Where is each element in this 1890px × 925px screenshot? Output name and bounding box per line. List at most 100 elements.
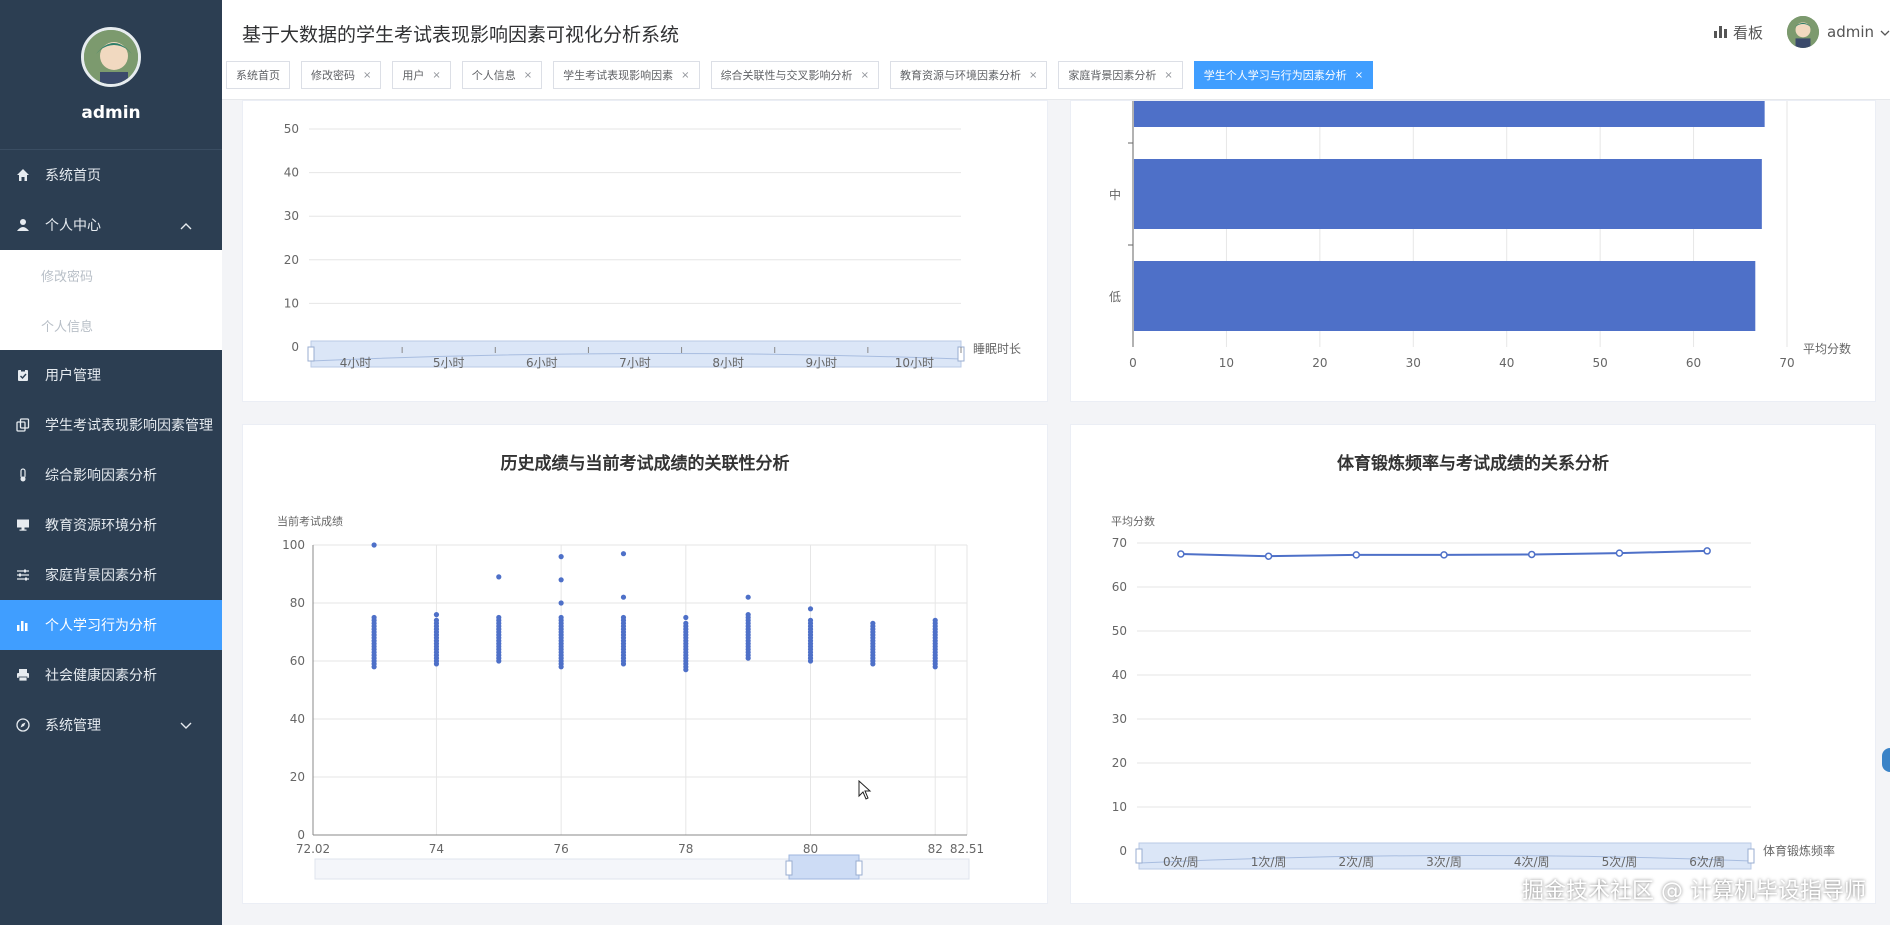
line-point: [1615, 549, 1624, 557]
y-tick-label: 80: [290, 596, 305, 610]
sidebar-item-label: 个人中心: [45, 218, 101, 234]
x-tick-label: 5次/周: [1602, 855, 1638, 869]
sidebar-item-family-background[interactable]: 家庭背景因素分析: [0, 550, 222, 600]
user-icon: [14, 216, 32, 234]
tab-learning-behavior[interactable]: 学生个人学习与行为因素分析 ×: [1193, 61, 1374, 89]
x-tick-label: 60: [1686, 356, 1701, 370]
x-tick-label: 7小时: [619, 356, 651, 370]
x-tick-label: 20: [1312, 356, 1327, 370]
x-tick-label: 6小时: [526, 356, 558, 370]
sidebar-item-comprehensive-analysis[interactable]: 综合影响因素分析: [0, 450, 222, 500]
y-axis-label: 当前考试成绩: [277, 514, 343, 528]
scatter-point: [558, 600, 564, 606]
x-tick-label: 1次/周: [1251, 855, 1287, 869]
tab-factors[interactable]: 学生考试表现影响因素 ×: [553, 61, 700, 89]
close-icon[interactable]: ×: [432, 70, 440, 81]
tab-change-password[interactable]: 修改密码 ×: [301, 61, 382, 89]
y-tick-label: 60: [1112, 580, 1127, 594]
bar: [1134, 159, 1762, 229]
line-point: [1703, 547, 1711, 555]
sidebar-item-social-health[interactable]: 社会健康因素分析: [0, 650, 222, 700]
sidebar-item-home[interactable]: 系统首页: [0, 150, 222, 200]
scatter-point: [371, 614, 377, 621]
close-icon[interactable]: ×: [861, 70, 869, 81]
y-tick-label: 20: [290, 770, 305, 784]
y-tick-label: 20: [1112, 756, 1127, 770]
chevron-down-icon[interactable]: [1880, 23, 1890, 41]
close-icon[interactable]: ×: [1029, 70, 1037, 81]
tab-home[interactable]: 系统首页: [226, 61, 290, 89]
sidebar-item-education-resource[interactable]: 教育资源环境分析: [0, 500, 222, 550]
header-avatar[interactable]: [1787, 16, 1819, 48]
sidebar-item-label: 综合影响因素分析: [45, 468, 157, 484]
sleep-datazoom-handle-left: [307, 346, 315, 362]
scatter-point: [620, 614, 627, 621]
scatter-point: [683, 620, 689, 626]
sidebar: admin 系统首页 个人中心 修改密码 个人信息 用户管理 学生考试表现影响因…: [0, 0, 222, 925]
x-tick-label: 5小时: [433, 356, 465, 370]
close-icon[interactable]: ×: [1355, 70, 1363, 81]
scatter-point: [496, 574, 502, 580]
datazoom-track: [314, 858, 970, 880]
x-tick-label: 78: [678, 842, 693, 856]
sidebar-menu: 系统首页 个人中心 修改密码 个人信息 用户管理 学生考试表现影响因素管理 综合…: [0, 150, 222, 750]
top-header: 基于大数据的学生考试表现影响因素可视化分析系统 看板 admin 系统首页 修改…: [222, 0, 1890, 100]
tab-education-resource[interactable]: 教育资源与环境因素分析 ×: [889, 61, 1048, 89]
scatter-point: [932, 617, 938, 623]
dashboard-link[interactable]: 看板: [1713, 22, 1763, 43]
tab-bar: 系统首页 修改密码 × 用户 × 个人信息 × 学生考试表现影响因素 × 综合关联性与交…: [226, 61, 1384, 89]
x-tick-label: 4小时: [340, 356, 372, 370]
bar-chart-icon: [14, 616, 32, 634]
sidebar-item-personal-center[interactable]: 个人中心: [0, 200, 222, 250]
monitor-icon: [14, 516, 32, 534]
datazoom-window: [788, 854, 860, 880]
chart-panel-history: 历史成绩与当前考试成绩的关联性分析 当前考试成绩 0 20 40 60 80 100 72.0…: [242, 424, 1048, 904]
y-tick-label: 70: [1112, 536, 1127, 550]
datazoom-handle-left: [785, 860, 793, 876]
tab-label: 综合关联性与交叉影响分析: [720, 69, 853, 82]
sidebar-subitem-change-password[interactable]: 修改密码: [0, 250, 222, 300]
sidebar-item-factor-management[interactable]: 学生考试表现影响因素管理: [0, 400, 222, 450]
x-tick-label: 82: [928, 842, 943, 856]
thermometer-icon: [14, 466, 32, 484]
floating-help-button[interactable]: [1882, 748, 1890, 772]
tab-personal-info[interactable]: 个人信息 ×: [461, 61, 543, 89]
sidebar-item-label: 个人学习行为分析: [45, 618, 157, 634]
sidebar-username: admin: [81, 103, 141, 123]
tab-family-background[interactable]: 家庭背景因素分析 ×: [1058, 61, 1183, 89]
x-tick-label: 0: [1129, 356, 1137, 370]
chart-title: 体育锻炼频率与考试成绩的关系分析: [1337, 454, 1609, 474]
close-icon[interactable]: ×: [681, 70, 689, 81]
sidebar-item-user-management[interactable]: 用户管理: [0, 350, 222, 400]
sidebar-subitem-personal-info[interactable]: 个人信息: [0, 300, 222, 350]
scatter-point: [558, 554, 564, 560]
scatter-point: [558, 614, 564, 621]
close-icon[interactable]: ×: [1164, 70, 1172, 81]
bar: [1134, 261, 1756, 331]
mouse-cursor-icon: [858, 779, 872, 804]
y-tick-label: 10: [284, 296, 299, 310]
x-tick-label: 72.02: [296, 842, 330, 856]
scatter-point: [620, 551, 627, 557]
sidebar-item-label: 学生考试表现影响因素管理: [45, 418, 213, 434]
tab-correlation[interactable]: 综合关联性与交叉影响分析 ×: [710, 61, 879, 89]
y-tick-label: 30: [1112, 712, 1127, 726]
tab-label: 系统首页: [236, 69, 280, 82]
y-tick-label: 0: [1119, 844, 1127, 858]
bar: [1134, 101, 1765, 127]
dashboard-label: 看板: [1732, 23, 1763, 42]
close-icon[interactable]: ×: [524, 70, 532, 81]
compass-icon: [14, 716, 32, 734]
tab-user[interactable]: 用户 ×: [392, 61, 451, 89]
sidebar-item-system-management[interactable]: 系统管理: [0, 700, 222, 750]
chart-panel-level: 0 10 20 30 40 50 60 70 低 中平均分数: [1070, 100, 1876, 402]
y-tick-label: 100: [282, 538, 305, 552]
history-scatter-chart: 当前考试成绩02040608010072.02747678808282.51历史…: [277, 514, 984, 880]
sidebar-item-learning-behavior[interactable]: 个人学习行为分析: [0, 600, 222, 650]
scatter-point: [807, 606, 814, 612]
avatar[interactable]: [81, 27, 141, 87]
header-username[interactable]: admin: [1827, 23, 1874, 41]
watermark: 掘金技术社区 @ 计算机毕设指导师: [1522, 879, 1866, 904]
close-icon[interactable]: ×: [363, 70, 371, 81]
y-axis-label: 平均分数: [1111, 515, 1155, 528]
